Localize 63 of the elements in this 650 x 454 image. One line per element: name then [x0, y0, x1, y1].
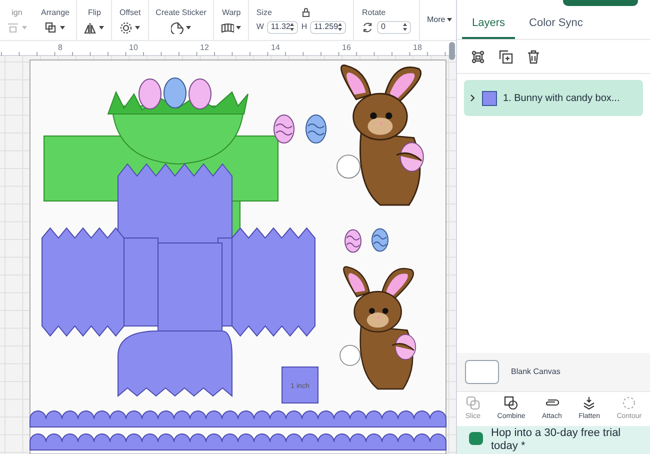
group-icon[interactable]	[471, 50, 485, 64]
warp-button[interactable]	[221, 22, 242, 34]
lock-icon	[302, 8, 310, 17]
layer-row[interactable]: 1. Bunny with candy box...	[464, 80, 643, 116]
tool-label: Arrange	[41, 6, 70, 18]
width-field[interactable]: 11.32	[266, 20, 298, 34]
scrollbar-thumb[interactable]	[449, 42, 455, 60]
ruler-number: 8	[58, 42, 62, 54]
ruler-number: 18	[413, 42, 422, 54]
egg-drawing	[344, 229, 362, 253]
logo-icon	[469, 432, 483, 445]
tool-label: ign	[12, 6, 22, 18]
rotate-field[interactable]: 0	[377, 20, 412, 34]
combine-icon	[504, 396, 518, 410]
arrange-icon	[45, 22, 58, 34]
align-icon	[7, 22, 20, 34]
caret-icon	[447, 18, 452, 22]
blank-canvas-swatch[interactable]	[465, 360, 499, 384]
blank-canvas-label: Blank Canvas	[511, 366, 560, 378]
duplicate-icon[interactable]	[499, 50, 513, 64]
dimension-label: H	[301, 21, 308, 33]
caret-icon	[135, 26, 140, 30]
ruler-number: 14	[271, 42, 280, 54]
ruler-number: 16	[342, 42, 351, 54]
trial-banner[interactable]: Hop into a 30-day free trial today *	[457, 426, 650, 454]
tool-label: Flip	[88, 6, 101, 18]
dimension-label: W	[256, 21, 264, 33]
spinner-icon	[290, 23, 294, 31]
rotate-icon	[362, 22, 374, 32]
height-field[interactable]: 11.259	[310, 20, 346, 34]
caret-icon	[22, 26, 27, 30]
flatten-icon	[582, 396, 596, 410]
ruler-number: 10	[129, 42, 138, 54]
flip-icon	[84, 22, 98, 34]
tool-label: Warp	[222, 6, 241, 18]
caret-icon	[99, 26, 104, 30]
warp-icon	[221, 22, 234, 34]
sticker-icon	[171, 22, 184, 34]
panel-tab[interactable]: Color Sync	[519, 9, 593, 39]
tool-label: Create Sticker	[156, 6, 206, 18]
layer-thumbnail	[482, 90, 497, 106]
rotate-label: Rotate	[362, 6, 387, 18]
caret-icon	[186, 26, 192, 30]
banner-text: Hop into a 30-day free trial today *	[491, 427, 621, 453]
tool-label: Offset	[119, 6, 141, 18]
arrange-button[interactable]	[45, 22, 66, 34]
one-inch-scale-square	[282, 366, 318, 404]
offset-button[interactable]	[120, 22, 140, 34]
spinner-icon	[403, 23, 408, 31]
caret-icon	[60, 26, 66, 30]
flip-button[interactable]	[84, 22, 104, 34]
caret-icon	[236, 26, 242, 30]
contour-icon	[622, 396, 636, 410]
spinner-icon	[338, 23, 342, 31]
trash-icon[interactable]	[527, 50, 540, 64]
layer-name: 1. Bunny with candy box...	[503, 92, 620, 106]
sticker-button[interactable]	[171, 22, 192, 34]
panel-tab[interactable]: Layers	[462, 9, 516, 39]
offset-icon	[120, 22, 134, 34]
ruler-number: 12	[200, 42, 209, 54]
size-label: Size	[256, 6, 272, 18]
slice-icon	[466, 396, 480, 410]
egg-drawing	[372, 228, 388, 252]
